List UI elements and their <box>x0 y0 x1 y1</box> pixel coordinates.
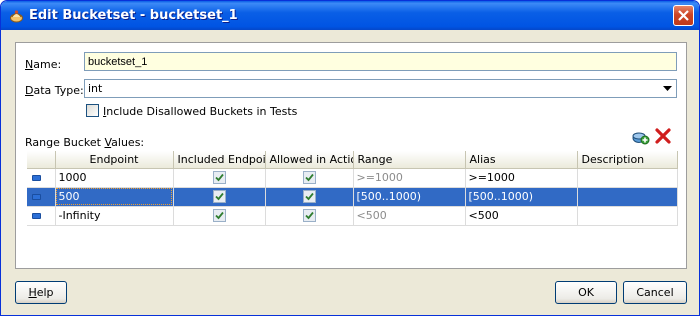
edit-bucketset-dialog: Edit Bucketset - bucketset_1 Name: Data … <box>0 0 700 316</box>
cancel-button[interactable]: Cancel <box>623 281 687 304</box>
close-button[interactable] <box>673 5 694 26</box>
chevron-down-icon <box>663 86 672 91</box>
endpoint-cell[interactable]: 500 <box>55 187 174 207</box>
name-label: Name: <box>25 58 62 71</box>
ok-button-label: OK <box>578 286 594 299</box>
table-row[interactable]: 500 [500..1000) [500..1000) <box>27 187 678 207</box>
alias-cell[interactable]: [500..1000) <box>465 187 578 207</box>
check-icon <box>304 212 314 220</box>
cancel-button-label: Cancel <box>636 286 674 299</box>
check-icon <box>214 174 224 182</box>
column-header-included-endpoint[interactable]: Included Endpoint <box>173 151 266 169</box>
title-bar[interactable]: Edit Bucketset - bucketset_1 <box>1 1 699 30</box>
included-endpoint-checkbox[interactable] <box>212 171 226 185</box>
add-bucket-icon <box>632 132 650 145</box>
row-marker <box>27 168 56 188</box>
range-bucket-table: Endpoint Included Endpoint Allowed in Ac… <box>27 151 678 226</box>
include-disallowed-label: Include Disallowed Buckets in Tests <box>103 105 298 118</box>
included-endpoint-cell[interactable] <box>173 206 266 226</box>
alias-cell[interactable]: <500 <box>465 206 578 226</box>
allowed-in-actions-checkbox[interactable] <box>302 209 316 223</box>
bucket-row-icon <box>32 213 41 219</box>
allowed-in-actions-cell[interactable] <box>265 206 354 226</box>
ok-button[interactable]: OK <box>555 281 617 304</box>
add-bucket-button[interactable] <box>632 128 650 146</box>
included-endpoint-cell[interactable] <box>173 168 266 188</box>
table-row[interactable]: 1000 >=1000 >=1000 <box>27 168 678 188</box>
include-disallowed-checkbox[interactable] <box>86 104 99 117</box>
range-cell: >=1000 <box>353 168 466 188</box>
check-icon <box>214 212 224 220</box>
column-header-alias[interactable]: Alias <box>465 151 578 169</box>
row-marker <box>27 206 56 226</box>
endpoint-cell[interactable]: -Infinity <box>55 206 174 226</box>
name-input[interactable] <box>84 52 677 71</box>
column-header-range[interactable]: Range <box>353 151 466 169</box>
bucket-row-icon <box>32 194 41 200</box>
range-cell: [500..1000) <box>353 187 466 207</box>
description-cell[interactable] <box>577 187 678 207</box>
column-header-description[interactable]: Description <box>577 151 678 169</box>
endpoint-cell[interactable]: 1000 <box>55 168 174 188</box>
help-button[interactable]: Help <box>15 281 67 304</box>
datatype-label: Data Type: <box>25 84 84 97</box>
allowed-in-actions-cell[interactable] <box>265 168 354 188</box>
row-marker <box>27 187 56 207</box>
delete-bucket-button[interactable] <box>655 128 673 146</box>
description-cell[interactable] <box>577 168 678 188</box>
included-endpoint-checkbox[interactable] <box>212 190 226 204</box>
bucket-row-icon <box>32 175 41 181</box>
datatype-value: int <box>88 82 103 95</box>
app-icon <box>10 10 23 23</box>
delete-bucket-icon <box>655 128 671 144</box>
row-icon-header <box>27 151 56 169</box>
window-title: Edit Bucketset - bucketset_1 <box>29 8 238 23</box>
table-header-row: Endpoint Included Endpoint Allowed in Ac… <box>27 151 678 169</box>
close-icon <box>678 10 689 21</box>
table-row[interactable]: -Infinity <500 <500 <box>27 206 678 226</box>
description-cell[interactable] <box>577 206 678 226</box>
included-endpoint-cell[interactable] <box>173 187 266 207</box>
included-endpoint-checkbox[interactable] <box>212 209 226 223</box>
check-icon <box>214 193 224 201</box>
check-icon <box>304 174 314 182</box>
allowed-in-actions-checkbox[interactable] <box>302 171 316 185</box>
allowed-in-actions-checkbox[interactable] <box>302 190 316 204</box>
column-header-allowed-in-actions[interactable]: Allowed in Actions <box>265 151 354 169</box>
range-cell: <500 <box>353 206 466 226</box>
range-bucket-label: Range Bucket Values: <box>25 136 145 149</box>
check-icon <box>304 193 314 201</box>
allowed-in-actions-cell[interactable] <box>265 187 354 207</box>
help-button-label: Help <box>28 286 54 299</box>
alias-cell[interactable]: >=1000 <box>465 168 578 188</box>
datatype-select[interactable]: int <box>84 79 677 98</box>
column-header-endpoint[interactable]: Endpoint <box>55 151 174 169</box>
